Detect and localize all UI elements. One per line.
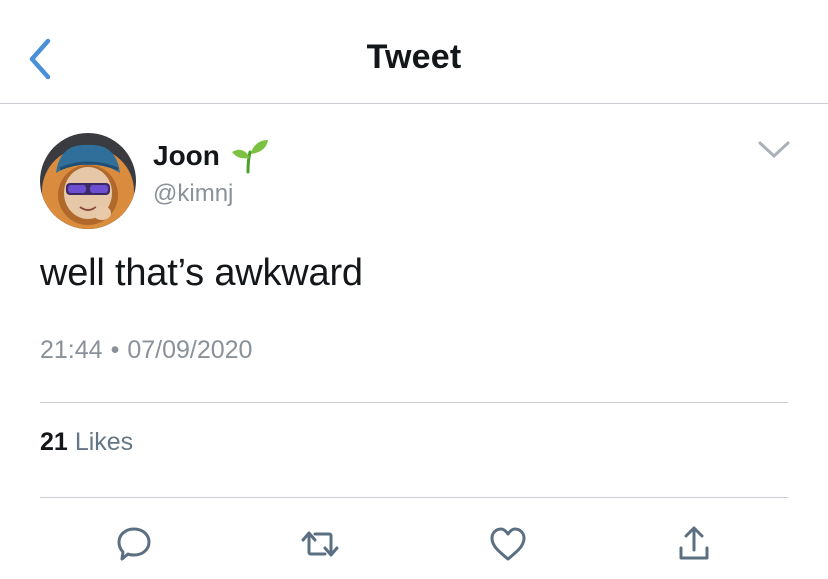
retweet-button[interactable] — [296, 520, 344, 568]
likes-stat[interactable]: 21 Likes — [40, 428, 133, 457]
retweet-icon — [301, 531, 339, 557]
like-icon — [490, 527, 526, 561]
share-icon — [679, 526, 709, 560]
tweet-date: 07/09/2020 — [127, 336, 253, 364]
author-display-name[interactable]: Joon — [153, 140, 220, 172]
tweet-text: well that’s awkward — [40, 252, 363, 294]
more-options-button[interactable] — [752, 132, 796, 168]
divider — [40, 497, 788, 498]
avatar-image — [40, 133, 136, 229]
page-title: Tweet — [366, 38, 462, 76]
reply-icon — [117, 527, 151, 561]
tweet-time: 21:44 — [40, 336, 103, 364]
likes-label: Likes — [74, 428, 134, 456]
share-button[interactable] — [670, 520, 718, 568]
avatar[interactable] — [40, 133, 136, 229]
like-button[interactable] — [484, 520, 532, 568]
author-handle[interactable]: @kimnj — [153, 180, 233, 208]
author-name-row: Joon — [153, 138, 270, 174]
likes-count: 21 — [40, 428, 68, 456]
timestamp-separator: • — [110, 336, 120, 364]
tweet-detail-screen: Tweet Joon @kimnj well that’s awkward 21… — [0, 0, 828, 579]
seedling-icon — [231, 140, 268, 174]
chevron-down-icon — [758, 141, 790, 158]
navigation-bar: Tweet — [0, 0, 828, 104]
tweet-timestamp: 21:44 • 07/09/2020 — [40, 336, 252, 365]
reply-button[interactable] — [110, 520, 158, 568]
divider — [40, 402, 788, 403]
